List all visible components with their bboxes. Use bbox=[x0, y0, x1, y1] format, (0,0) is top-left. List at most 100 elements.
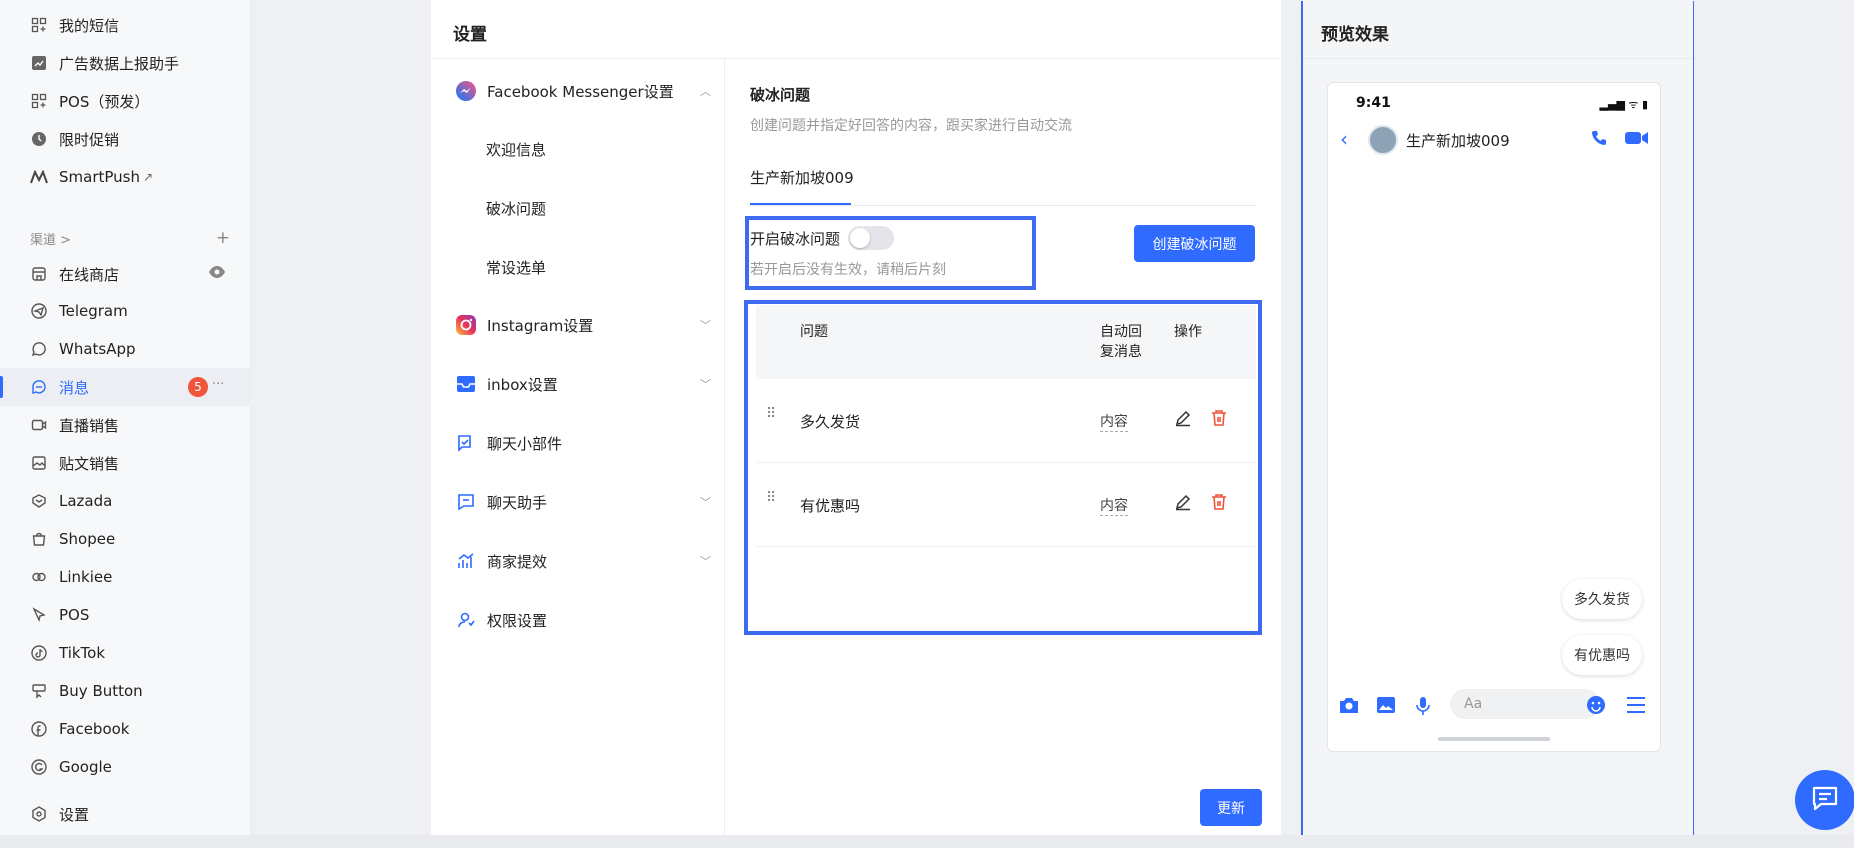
edit-icon[interactable] bbox=[1174, 493, 1192, 515]
external-link-icon: ↗ bbox=[142, 170, 154, 184]
settings-menu: Facebook Messenger设置 ︿ 欢迎信息 破冰问题 常设选单 In… bbox=[431, 59, 725, 848]
nav-label: TikTok bbox=[59, 644, 106, 662]
chevron-down-icon: ﹀ bbox=[700, 319, 711, 332]
nav-item-tiktok[interactable]: TikTok bbox=[0, 634, 251, 672]
drag-handle-icon[interactable]: ⠿ bbox=[766, 491, 776, 505]
nav-item-whatsapp[interactable]: WhatsApp bbox=[0, 330, 251, 368]
grid-icon bbox=[30, 92, 48, 110]
nav-label: 贴文销售 bbox=[59, 454, 120, 473]
create-icebreaker-button[interactable]: 创建破冰问题 bbox=[1134, 225, 1255, 262]
nav-item-live-sales[interactable]: 直播销售 bbox=[0, 406, 251, 444]
unread-badge: 5 bbox=[188, 377, 208, 397]
answer-link[interactable]: 内容 bbox=[1100, 411, 1128, 432]
menu-label: 商家提效 bbox=[487, 552, 548, 571]
drag-handle-icon[interactable]: ⠿ bbox=[766, 407, 776, 421]
menu-lines-icon bbox=[1626, 696, 1646, 718]
answer-link[interactable]: 内容 bbox=[1100, 495, 1128, 516]
emoji-icon bbox=[1586, 695, 1606, 719]
nav-item-google[interactable]: Google bbox=[0, 748, 251, 786]
contact-name: 生产新加坡009 bbox=[1406, 132, 1510, 150]
menu-item-permissions[interactable]: 权限设置 bbox=[455, 604, 711, 636]
nav-item-shopee[interactable]: Shopee bbox=[0, 520, 251, 558]
nav-label: Linkiee bbox=[59, 568, 113, 586]
inbox-icon bbox=[455, 373, 477, 395]
menu-item-messenger[interactable]: Facebook Messenger设置 ︿ bbox=[455, 75, 711, 107]
nav-item-facebook[interactable]: Facebook bbox=[0, 710, 251, 748]
nav-item-sms[interactable]: 我的短信 bbox=[0, 6, 251, 44]
nav-item-post-sales[interactable]: 贴文销售 bbox=[0, 444, 251, 482]
menu-label: 聊天小部件 bbox=[487, 434, 563, 453]
left-sidebar: 我的短信 广告数据上报助手 POS（预发） 限时促销 SmartPush ↗ 渠… bbox=[0, 0, 251, 848]
nav-item-lazada[interactable]: Lazada bbox=[0, 482, 251, 520]
phone-mockup: 9:41 ▂▄▆ ᯤ ▮ ‹ 生产新加坡009 多久发货 有优惠吗 Aa bbox=[1327, 82, 1661, 752]
nav-item-pos[interactable]: POS bbox=[0, 596, 251, 634]
nav-item-settings[interactable]: 设置 bbox=[0, 795, 251, 833]
eye-icon[interactable] bbox=[208, 265, 226, 283]
menu-item-instagram[interactable]: Instagram设置 ﹀ bbox=[455, 309, 711, 341]
chat-support-button[interactable] bbox=[1795, 770, 1854, 830]
toggle-knob bbox=[850, 228, 871, 248]
home-indicator bbox=[1438, 737, 1550, 741]
col-auto-reply-line1: 自动回 bbox=[1100, 324, 1142, 340]
nav-label: 在线商店 bbox=[59, 265, 120, 284]
nav-label: Telegram bbox=[59, 302, 128, 320]
nav-label: Shopee bbox=[59, 530, 116, 548]
menu-item-merchant-efficiency[interactable]: 商家提效 ﹀ bbox=[455, 545, 711, 577]
nav-item-pos-pre[interactable]: POS（预发） bbox=[0, 82, 251, 120]
update-button[interactable]: 更新 bbox=[1200, 789, 1262, 826]
telegram-icon bbox=[30, 302, 48, 320]
nav-item-buy-button[interactable]: Buy Button bbox=[0, 672, 251, 710]
image-icon bbox=[1376, 696, 1396, 718]
link-icon bbox=[30, 568, 48, 586]
composer-bar: Aa bbox=[1328, 688, 1662, 722]
nav-item-smartpush[interactable]: SmartPush ↗ bbox=[0, 158, 251, 196]
back-arrow-icon: ‹ bbox=[1340, 127, 1348, 151]
channels-label: 渠道 > bbox=[30, 232, 72, 248]
nav-item-flash-sale[interactable]: 限时促销 bbox=[0, 120, 251, 158]
timer-icon bbox=[30, 130, 48, 148]
add-channel-button[interactable]: + bbox=[216, 228, 230, 248]
menu-item-chat-widget[interactable]: 聊天小部件 bbox=[455, 427, 711, 459]
nav-label: Google bbox=[59, 758, 112, 776]
icebreaker-toggle[interactable] bbox=[848, 226, 895, 250]
video-call-icon bbox=[1624, 129, 1650, 151]
channels-section-header[interactable]: 渠道 > + bbox=[30, 228, 230, 248]
divider bbox=[1303, 58, 1693, 59]
menu-subitem-icebreaker[interactable]: 破冰问题 bbox=[486, 198, 546, 219]
whatsapp-icon bbox=[30, 340, 48, 358]
messenger-icon bbox=[455, 80, 477, 102]
nav-label: 我的短信 bbox=[59, 16, 120, 35]
chevron-down-icon: ﹀ bbox=[700, 555, 711, 568]
icebreaker-toggle-row: 开启破冰问题 bbox=[750, 226, 895, 250]
col-question: 问题 bbox=[800, 324, 828, 340]
menu-label: inbox设置 bbox=[487, 375, 558, 394]
menu-item-chat-assistant[interactable]: 聊天助手 ﹀ bbox=[455, 486, 711, 518]
edit-icon[interactable] bbox=[1174, 409, 1192, 431]
menu-item-inbox[interactable]: inbox设置 ﹀ bbox=[455, 368, 711, 400]
nav-item-messages[interactable]: 消息 5 ··· bbox=[0, 368, 251, 406]
nav-item-telegram[interactable]: Telegram bbox=[0, 292, 251, 330]
quick-reply-bubble: 多久发货 bbox=[1562, 579, 1642, 619]
more-options-icon[interactable]: ··· bbox=[212, 377, 224, 392]
nav-label: 消息 bbox=[59, 378, 90, 397]
instagram-icon bbox=[455, 314, 477, 336]
nav-item-online-store[interactable]: 在线商店 bbox=[0, 255, 251, 293]
menu-subitem-welcome[interactable]: 欢迎信息 bbox=[486, 139, 546, 160]
table-header: 问题 自动回 复消息 操作 bbox=[756, 305, 1256, 379]
camera-icon bbox=[1338, 696, 1360, 718]
smartpush-icon bbox=[30, 168, 48, 186]
preview-title: 预览效果 bbox=[1321, 25, 1389, 45]
live-icon bbox=[30, 416, 48, 434]
nav-label: POS bbox=[59, 606, 90, 624]
buybutton-icon bbox=[30, 682, 48, 700]
delete-icon[interactable] bbox=[1210, 409, 1228, 431]
question-text: 多久发货 bbox=[800, 413, 861, 431]
tab-account[interactable]: 生产新加坡009 bbox=[750, 167, 854, 188]
message-input: Aa bbox=[1450, 689, 1600, 719]
nav-label: SmartPush bbox=[59, 168, 140, 186]
delete-icon[interactable] bbox=[1210, 493, 1228, 515]
facebook-icon bbox=[30, 720, 48, 738]
menu-subitem-persistent-menu[interactable]: 常设选单 bbox=[486, 257, 546, 278]
nav-item-linkiee[interactable]: Linkiee bbox=[0, 558, 251, 596]
nav-item-ad-data[interactable]: 广告数据上报助手 bbox=[0, 44, 251, 82]
